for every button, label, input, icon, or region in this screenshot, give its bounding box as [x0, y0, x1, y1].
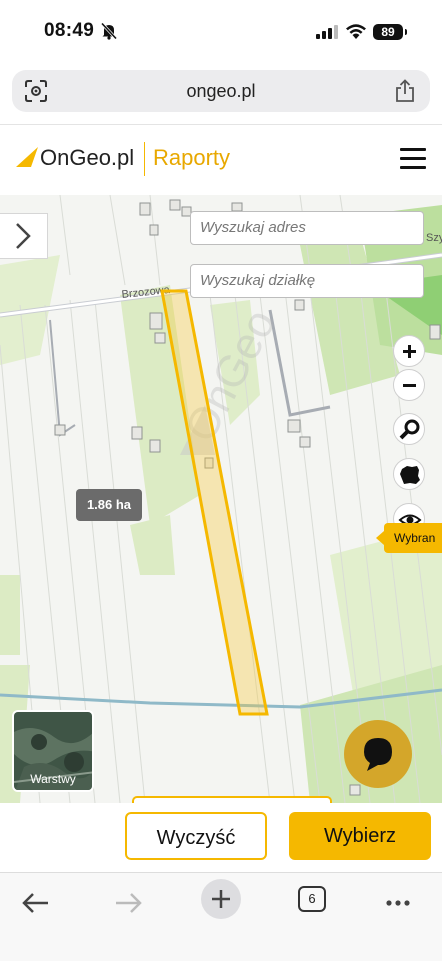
brand-name[interactable]: OnGeo.pl: [40, 145, 134, 171]
magnifier-icon: [399, 419, 420, 440]
address-search-input[interactable]: Wyszukaj adres: [190, 211, 424, 245]
layers-button[interactable]: Warstwy: [12, 710, 94, 792]
minus-icon: [403, 384, 416, 387]
chat-button[interactable]: [344, 720, 412, 788]
map-view[interactable]: OnGeo Brzozowa Szy Wyszukaj adres Wyszuk…: [0, 195, 442, 803]
back-arrow-icon[interactable]: [16, 883, 56, 923]
plus-icon: [212, 890, 230, 908]
parcel-area-label: 1.86 ha: [76, 489, 142, 521]
status-time: 08:49: [44, 20, 95, 41]
zoom-out-button[interactable]: [393, 369, 425, 401]
chevron-right-icon[interactable]: [12, 222, 34, 250]
browser-toolbar: 6: [0, 872, 442, 961]
signal-icon: [316, 25, 338, 39]
section-name[interactable]: Raporty: [153, 145, 230, 171]
more-icon[interactable]: [380, 883, 420, 923]
action-bar: Wyczyść Wybierz: [0, 803, 442, 871]
zoom-in-button[interactable]: [393, 335, 425, 367]
street-label-2: Szy: [426, 232, 442, 244]
address-bar[interactable]: ongeo.pl: [12, 70, 430, 112]
bottom-sheet-handle[interactable]: [132, 796, 332, 803]
selected-tag[interactable]: Wybran: [376, 523, 442, 553]
bell-muted-icon: [100, 22, 118, 40]
clear-button[interactable]: Wyczyść: [125, 812, 267, 860]
battery-indicator: 89: [373, 24, 407, 40]
status-bar: 08:49 89: [0, 0, 442, 64]
chat-bubble-icon: [364, 738, 392, 771]
url-text[interactable]: ongeo.pl: [12, 81, 430, 102]
share-icon[interactable]: [394, 79, 416, 103]
forward-arrow-icon[interactable]: [108, 883, 148, 923]
poland-map-icon: [400, 466, 420, 484]
menu-icon[interactable]: [400, 148, 426, 170]
select-button[interactable]: Wybierz: [289, 812, 431, 860]
layers-label: Warstwy: [30, 772, 76, 786]
wifi-icon: [346, 24, 366, 39]
logo-divider: [144, 142, 145, 176]
search-tool-button[interactable]: [393, 413, 425, 445]
side-panel-toggle[interactable]: [0, 213, 48, 259]
plus-icon: [403, 345, 416, 358]
ongeo-logo-icon[interactable]: [16, 147, 38, 167]
tab-switcher-button[interactable]: 6: [298, 886, 326, 912]
country-view-button[interactable]: [393, 458, 425, 490]
new-tab-button[interactable]: [201, 879, 241, 919]
parcel-search-input[interactable]: Wyszukaj działkę: [190, 264, 424, 298]
